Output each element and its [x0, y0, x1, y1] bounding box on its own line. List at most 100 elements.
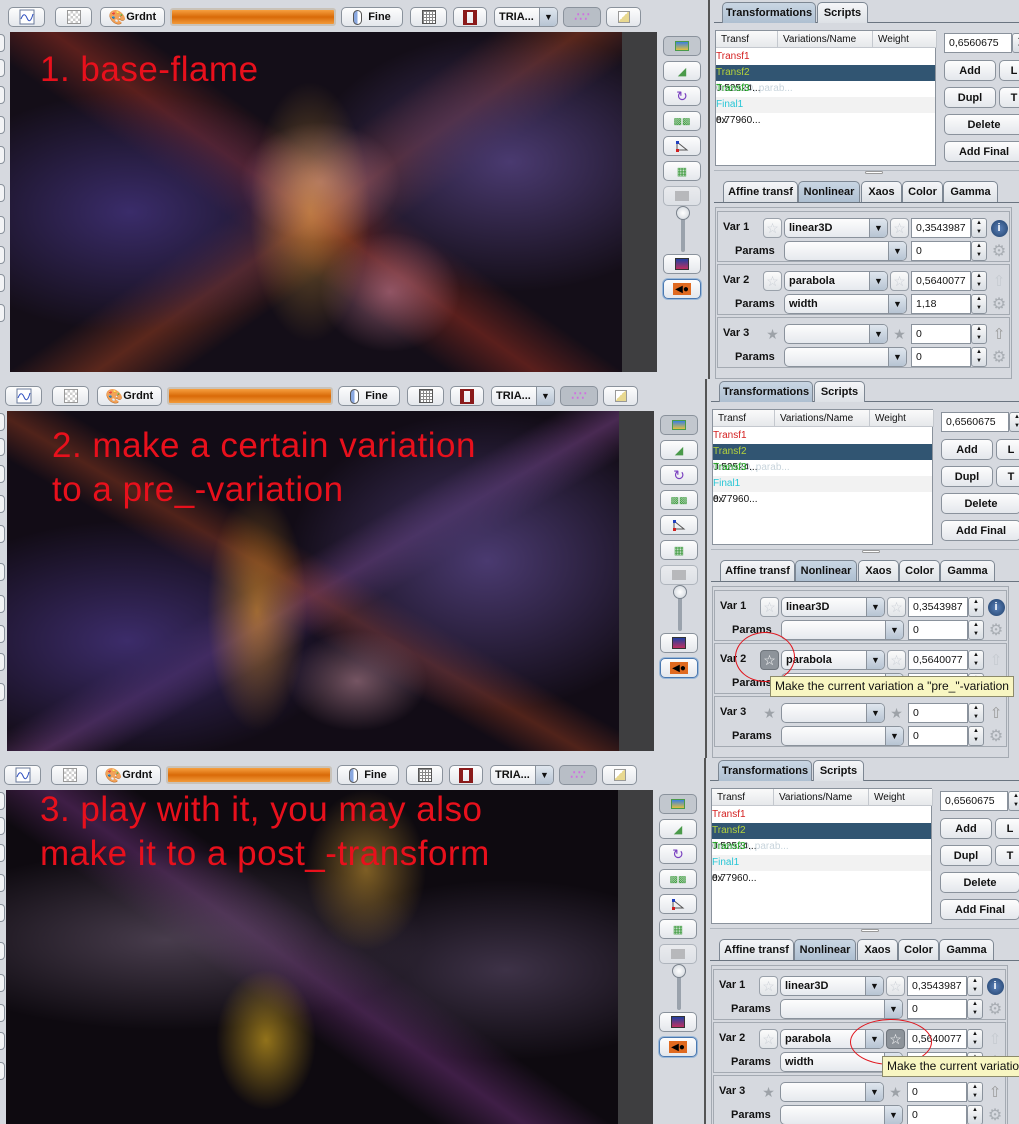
- param-spinner[interactable]: ▲▼: [971, 347, 987, 367]
- table-row[interactable]: Final1 ex: [716, 97, 935, 126]
- tab-transformations[interactable]: Transformations: [719, 381, 813, 402]
- left-edge-button[interactable]: [0, 146, 5, 164]
- arrow-up-icon[interactable]: ⇧: [985, 1082, 1005, 1102]
- param-dropdown-arrow[interactable]: ▼: [885, 621, 903, 639]
- subtab-affine-transf[interactable]: Affine transf: [720, 560, 795, 581]
- pre-variation-star-icon[interactable]: ☆: [763, 271, 782, 291]
- add-button[interactable]: Add: [941, 439, 993, 460]
- subtab-nonlinear[interactable]: Nonlinear: [798, 181, 860, 202]
- arrow-up-icon[interactable]: ⇧: [989, 324, 1009, 344]
- variation-amount-input[interactable]: 0,3543987: [908, 597, 968, 617]
- variation-dropdown-arrow[interactable]: ▼: [866, 704, 884, 722]
- left-edge-button[interactable]: [0, 116, 5, 134]
- l-button[interactable]: L: [996, 439, 1019, 460]
- weight-input[interactable]: 0,6560675: [940, 791, 1008, 811]
- colors-button[interactable]: ∴∵: [559, 765, 597, 785]
- param-value-input[interactable]: 0: [911, 241, 971, 261]
- table-row[interactable]: Transf2linear3D, parab...0.65606...: [716, 65, 935, 110]
- variation-dropdown-arrow[interactable]: ▼: [869, 325, 887, 343]
- table-row[interactable]: Transf3linear3D, hexes0.77960...: [712, 839, 931, 884]
- param-value-input[interactable]: 0: [907, 1105, 967, 1124]
- side-toolbar-button[interactable]: ▦: [660, 540, 698, 560]
- subtab-affine-transf[interactable]: Affine transf: [719, 939, 794, 960]
- table-row[interactable]: Transf2linear3D, parab...0.65606...: [713, 444, 932, 489]
- variation-dropdown-arrow[interactable]: ▼: [865, 1083, 883, 1101]
- table-header[interactable]: Weight: [869, 789, 933, 806]
- param-value-input[interactable]: 0: [908, 620, 968, 640]
- t-button[interactable]: T: [999, 87, 1019, 108]
- dupl-button[interactable]: Dupl: [944, 87, 996, 108]
- render-mode-dropdown-arrow[interactable]: ▼: [536, 387, 554, 405]
- pre-variation-star-icon[interactable]: ★: [763, 324, 782, 344]
- variation-select[interactable]: ▼: [781, 703, 885, 723]
- left-edge-button[interactable]: [0, 304, 5, 322]
- variation-select[interactable]: linear3D ▼: [780, 976, 884, 996]
- variation-select[interactable]: ▼: [784, 324, 888, 344]
- left-edge-button[interactable]: [0, 595, 5, 613]
- post-variation-star-icon[interactable]: ☆: [887, 597, 906, 617]
- table-header[interactable]: Weight: [873, 31, 937, 48]
- render-mode-dropdown-arrow[interactable]: ▼: [539, 8, 557, 26]
- arrow-up-icon[interactable]: ⇧: [986, 703, 1006, 723]
- weight-spinner[interactable]: ▲▼: [1009, 412, 1019, 432]
- amount-spinner[interactable]: ▲ ▼: [968, 703, 984, 723]
- param-select[interactable]: ▼: [781, 620, 904, 640]
- variation-select[interactable]: parabola ▼: [784, 271, 888, 291]
- subtab-nonlinear[interactable]: Nonlinear: [795, 560, 857, 581]
- variation-select[interactable]: parabola ▼: [781, 650, 885, 670]
- left-edge-button[interactable]: [0, 942, 5, 960]
- side-toolbar-button[interactable]: ▩▩: [663, 111, 701, 131]
- side-toolbar-button[interactable]: [663, 36, 701, 56]
- delete-button[interactable]: Delete: [944, 114, 1019, 135]
- table-header[interactable]: Transf: [713, 410, 775, 427]
- left-edge-button[interactable]: [0, 216, 5, 234]
- side-toolbar-button[interactable]: ↻: [659, 844, 697, 864]
- table-header[interactable]: Transf: [716, 31, 778, 48]
- info-icon[interactable]: i: [989, 218, 1009, 238]
- left-edge-button[interactable]: [0, 653, 5, 671]
- side-toolbar-button[interactable]: ▩▩: [659, 869, 697, 889]
- subtab-xaos[interactable]: Xaos: [858, 560, 899, 581]
- side-toolbar-button[interactable]: ◢: [659, 819, 697, 839]
- subtab-color[interactable]: Color: [902, 181, 943, 202]
- param-dropdown-arrow[interactable]: ▼: [888, 348, 906, 366]
- subtab-affine-transf[interactable]: Affine transf: [723, 181, 798, 202]
- pre-variation-star-icon[interactable]: ★: [759, 1082, 778, 1102]
- fine-mode-button[interactable]: Fine: [338, 386, 400, 406]
- add-button[interactable]: Add: [940, 818, 992, 839]
- variation-select[interactable]: ▼: [780, 1082, 884, 1102]
- t-button[interactable]: T: [996, 466, 1019, 487]
- pre-variation-star-icon[interactable]: ☆: [763, 218, 782, 238]
- subtab-color[interactable]: Color: [899, 560, 940, 581]
- frame-button[interactable]: [450, 386, 484, 406]
- left-edge-button[interactable]: [0, 184, 5, 202]
- amount-spinner[interactable]: ▲ ▼: [967, 976, 983, 996]
- left-edge-button[interactable]: [0, 465, 5, 483]
- side-toolbar-button[interactable]: ▩▩: [660, 490, 698, 510]
- left-edge-button[interactable]: [0, 34, 5, 52]
- pre-variation-star-icon[interactable]: ☆: [760, 597, 779, 617]
- grid-button[interactable]: [410, 7, 447, 27]
- param-value-input[interactable]: 0: [908, 726, 968, 746]
- param-spinner[interactable]: ▲▼: [967, 999, 983, 1019]
- add-button[interactable]: Add: [944, 60, 996, 81]
- gear-icon[interactable]: ⚙: [985, 999, 1005, 1019]
- arrow-up-icon[interactable]: ⇧: [986, 650, 1006, 670]
- fractal-button[interactable]: ◀●: [659, 1037, 697, 1057]
- subtab-xaos[interactable]: Xaos: [861, 181, 902, 202]
- variation-amount-input[interactable]: 0,5640077: [908, 650, 968, 670]
- amount-spinner[interactable]: ▲ ▼: [971, 324, 987, 344]
- param-spinner[interactable]: ▲▼: [971, 294, 987, 314]
- gradient-editor-button[interactable]: 🎨 Grdnt: [96, 765, 161, 785]
- post-variation-star-icon[interactable]: ★: [890, 324, 909, 344]
- post-variation-star-icon[interactable]: ☆: [886, 976, 905, 996]
- table-header[interactable]: Variations/Name: [775, 410, 870, 427]
- fine-mode-button[interactable]: Fine: [337, 765, 399, 785]
- edit-button[interactable]: [602, 765, 637, 785]
- slider-thumb[interactable]: [676, 206, 690, 220]
- param-select[interactable]: width ▼: [784, 294, 907, 314]
- l-button[interactable]: L: [995, 818, 1019, 839]
- variation-select[interactable]: linear3D ▼: [781, 597, 885, 617]
- curve-editor-button[interactable]: [8, 7, 45, 27]
- zoom-slider[interactable]: [676, 206, 690, 252]
